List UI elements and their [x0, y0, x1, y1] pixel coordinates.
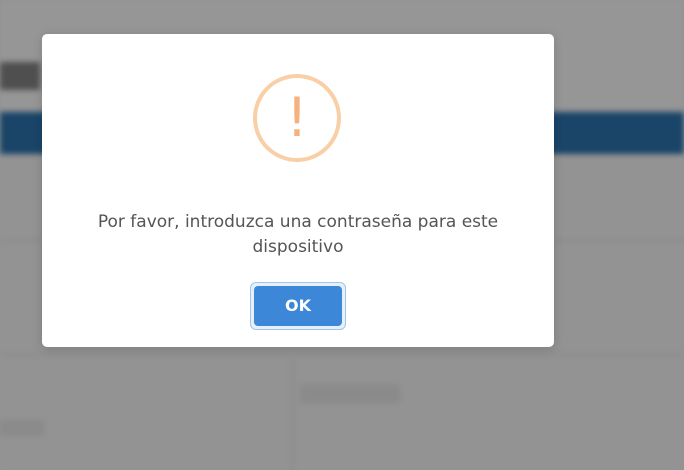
exclamation-warning-icon: !: [253, 74, 341, 162]
warning-glyph: !: [286, 86, 308, 149]
dialog-message: Por favor, introduzca una contraseña par…: [97, 212, 499, 257]
ok-button-label: OK: [254, 286, 342, 326]
ok-button[interactable]: OK: [250, 282, 346, 330]
alert-dialog: ! Por favor, introduzca una contraseña p…: [42, 34, 554, 347]
